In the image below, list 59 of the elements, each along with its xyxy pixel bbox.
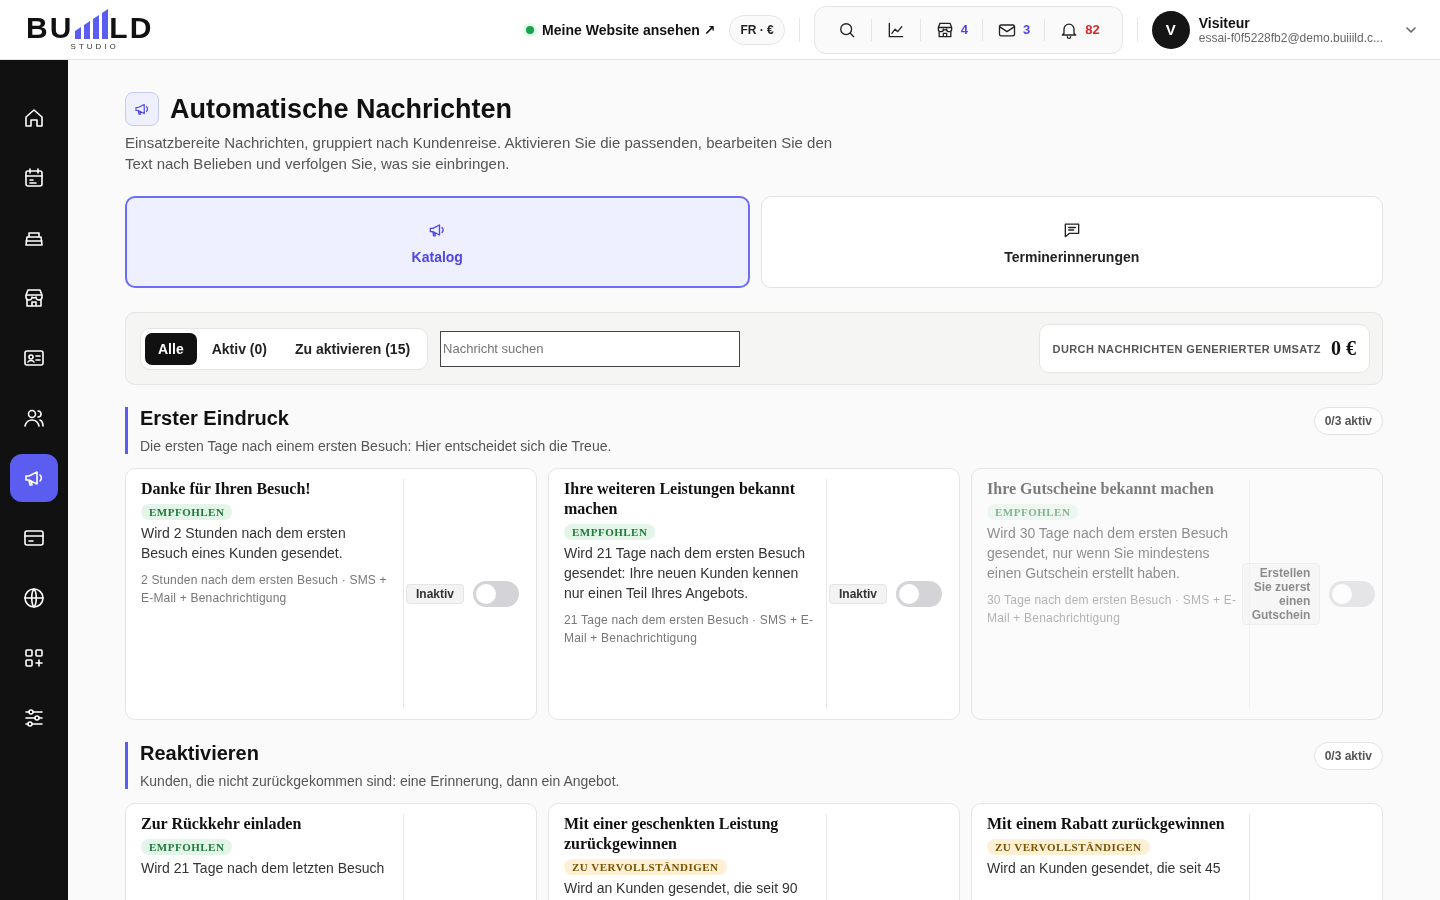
card-description: Wird an Kunden gesendet, die seit 45 [987, 859, 1222, 878]
badge: ZU VERVOLLSTÄNDIGEN [564, 859, 727, 875]
message-card[interactable]: Danke für Ihren Besuch! EMPFOHLEN Wird 2 Stunden nach dem ersten Besuch eines Kunden gesendet. 2 Stunden nach dem ersten Besuch · SMS + E-Mail + Benachrichtigung Inaktiv [125, 468, 537, 720]
badge: EMPFOHLEN [564, 524, 656, 540]
filter-button[interactable]: Alle [145, 332, 197, 365]
revenue-label: DURCH NACHRICHTEN GENERIERTER UMSATZ [1052, 342, 1321, 355]
message-card[interactable]: Mit einem Rabatt zurückgewinnen ZU VERVOLLSTÄNDIGEN Wird an Kunden gesendet, die seit 45 [971, 803, 1383, 900]
active-count: 0/3 aktiv [1313, 742, 1383, 770]
card-description: Wird 21 Tage nach dem ersten Besuch gesendet: Ihre neuen Kunden kennen nur einen Teil Ihres Angebots. [564, 544, 806, 603]
card-title: Ihre weiteren Leistungen bekannt machen [564, 479, 796, 519]
user-email: essai-f0f5228fb2@demo.buiiild.c... [1198, 30, 1383, 45]
logo-text: LD [109, 14, 154, 41]
bell-button[interactable]: 82 [1045, 19, 1114, 40]
page-title: Automatische Nachrichten [170, 93, 513, 125]
card-title: Mit einem Rabatt zurückgewinnen [987, 814, 1226, 834]
badge: EMPFOHLEN [987, 504, 1079, 520]
message-card[interactable]: Mit einer geschenkten Leistung zurückgewinnen ZU VERVOLLSTÄNDIGEN Wird an Kunden gesendet, die seit 90 [548, 803, 960, 900]
user-name: Visiteur [1198, 14, 1251, 31]
page-subtitle: Einsatzbereite Nachrichten, gruppiert nach Kundenreise. Aktivieren Sie die passenden, bearbeiten Sie den Text nach Belieben und verfolgen Sie, was sie einbringen. [125, 133, 834, 174]
card-title: Ihre Gutscheine bekannt machen [987, 479, 1215, 499]
status-label: Erstellen Sie zuerst einen Gutschein [1241, 563, 1321, 625]
card-description: Wird 2 Stunden nach dem ersten Besuch eines Kunden gesendet. [141, 524, 347, 563]
mail-button[interactable]: 3 [983, 19, 1045, 40]
logo-text: BU [26, 14, 74, 41]
section-title: Reaktivieren [140, 742, 260, 765]
card-meta: 30 Tage nach dem ersten Besuch · SMS + E-Mail + Benachrichtigung [987, 592, 1237, 627]
section-subtitle: Kunden, die nicht zurückgekommen sind: eine Erinnerung, dann ein Angebot. [140, 773, 621, 789]
card-title: Zur Rückkehr einladen [141, 814, 303, 834]
card-title: Danke für Ihren Besuch! [141, 479, 312, 499]
card-title: Mit einer geschenkten Leistung zurückgewinnen [564, 814, 780, 854]
tab[interactable]: Terminerinnerungen [760, 196, 1383, 288]
website-link[interactable]: Meine Website ansehen ↗ [526, 21, 716, 38]
logo[interactable]: BU LD STUDIO [26, 8, 154, 51]
status-label: Inaktiv [829, 584, 887, 604]
logo-subtitle: STUDIO [69, 41, 119, 51]
count: 4 [960, 22, 968, 37]
message-card[interactable]: Zur Rückkehr einladen EMPFOHLEN Wird 21 Tage nach dem letzten Besuch [125, 803, 537, 900]
search-field[interactable]: Nachricht suchen [440, 330, 741, 367]
card-description: Wird an Kunden gesendet, die seit 90 [564, 879, 799, 898]
store-button[interactable]: 4 [920, 19, 982, 40]
section-subtitle: Die ersten Tage nach einem ersten Besuch: Hier entscheidet sich die Treue. [140, 438, 613, 454]
count: 82 [1085, 22, 1100, 37]
filter-button[interactable]: Zu aktivieren (15) [281, 332, 424, 365]
avatar[interactable]: V [1151, 10, 1190, 49]
filter-button[interactable]: Aktiv (0) [198, 332, 280, 365]
card-meta: 2 Stunden nach dem ersten Besuch · SMS + E-Mail + Benachrichtigung [141, 572, 388, 607]
badge: ZU VERVOLLSTÄNDIGEN [987, 839, 1150, 855]
count: 3 [1023, 22, 1031, 37]
revenue-value: 0 € [1331, 337, 1356, 360]
badge: EMPFOHLEN [141, 504, 233, 520]
card-description: Wird 21 Tage nach dem letzten Besuch [141, 859, 386, 878]
tab[interactable]: Katalog [125, 196, 750, 288]
status-label: Inaktiv [406, 584, 464, 604]
card-meta: 21 Tage nach dem ersten Besuch · SMS + E-Mail + Benachrichtigung [564, 612, 814, 647]
locale-button[interactable]: FR · € [729, 14, 785, 45]
section-title: Erster Eindruck [140, 407, 290, 430]
active-count: 0/3 aktiv [1313, 407, 1383, 435]
badge: EMPFOHLEN [141, 839, 233, 855]
card-description: Wird 30 Tage nach dem ersten Besuch gesendet, nur wenn Sie mindestens einen Gutschein erstellt haben. [987, 524, 1229, 583]
